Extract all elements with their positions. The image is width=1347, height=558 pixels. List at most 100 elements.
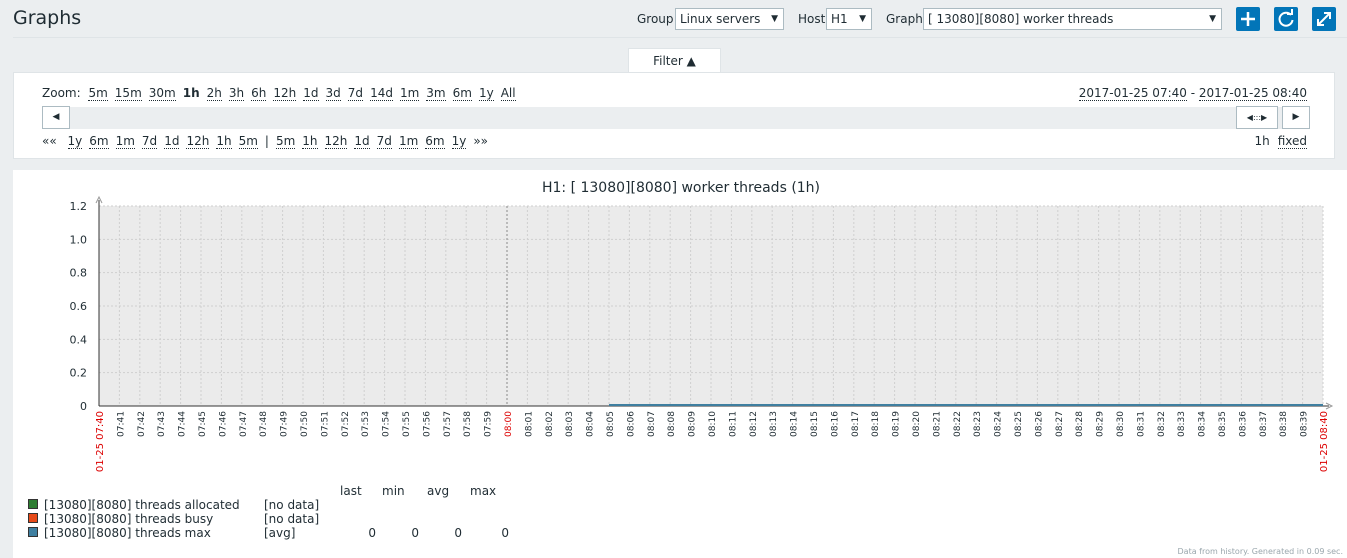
zoom-option-6h[interactable]: 6h <box>251 86 267 101</box>
zoom-option-3h[interactable]: 3h <box>228 86 245 101</box>
x-tick-label: 07:46 <box>218 411 228 437</box>
legend-series-name: [13080][8080] threads busy <box>44 512 214 526</box>
forward-option-12h[interactable]: 12h <box>324 134 348 149</box>
x-tick-label: 08:21 <box>932 411 942 437</box>
x-tick-label: 08:19 <box>892 411 902 437</box>
back-option-6m[interactable]: 6m <box>89 134 109 149</box>
legend-function: [no data] <box>264 498 320 512</box>
x-tick-label: 07:54 <box>382 411 392 437</box>
back-option-5m[interactable]: 5m <box>238 134 258 149</box>
zoom-option-1m[interactable]: 1m <box>399 86 420 101</box>
range-from-link[interactable]: 2017-01-25 07:40 <box>1078 86 1187 101</box>
host-select[interactable]: H1 ▼ <box>826 8 872 30</box>
legend-item: [13080][8080] threads busy [no data] <box>28 512 528 526</box>
chevron-down-icon: ▼ <box>771 14 778 24</box>
x-tick-label: 08:24 <box>994 411 1004 437</box>
x-tick-label: 08:20 <box>912 411 922 437</box>
fullscreen-button[interactable] <box>1312 7 1336 31</box>
filter-tab[interactable]: Filter ▲ <box>628 48 721 73</box>
legend-item: [13080][8080] threads max [avg] 0 0 0 0 <box>28 526 528 540</box>
time-range: 2017-01-25 07:40 - 2017-01-25 08:40 <box>1078 86 1307 101</box>
x-tick-label: 08:06 <box>626 411 636 437</box>
range-to-link[interactable]: 2017-01-25 08:40 <box>1198 86 1307 101</box>
period-state: 1h fixed <box>1254 134 1307 149</box>
back-option-1h[interactable]: 1h <box>216 134 232 149</box>
zoom-option-1d[interactable]: 1d <box>303 86 319 101</box>
x-tick-label: 08:32 <box>1157 411 1167 437</box>
x-tick-label: 08:26 <box>1034 411 1044 437</box>
x-tick-label: 08:09 <box>688 411 698 437</box>
forward-option-7d[interactable]: 7d <box>376 134 392 149</box>
group-select[interactable]: Linux servers ▼ <box>675 8 784 30</box>
legend-value-max: 0 <box>501 526 509 540</box>
x-tick-label: 08:02 <box>545 411 555 437</box>
legend-header-last: last <box>340 484 362 498</box>
forward-option-1y[interactable]: 1y <box>451 134 467 149</box>
x-tick-label: 07:49 <box>280 411 290 437</box>
x-tick-label: 08:39 <box>1300 411 1310 437</box>
back-option-1m[interactable]: 1m <box>115 134 135 149</box>
refresh-icon <box>1278 9 1294 27</box>
legend-function: [no data] <box>264 512 320 526</box>
zoom-option-all[interactable]: All <box>500 86 516 101</box>
x-tick-label: 08:15 <box>810 411 820 437</box>
zoom-option-1h[interactable]: 1h <box>183 86 200 100</box>
x-tick-label: 07:59 <box>484 411 494 437</box>
x-tick-label: 01-25 07:40 <box>95 411 106 472</box>
timeline-scrollbar[interactable]: ◀ ◀:::▶ ▶ <box>42 106 1310 129</box>
header: Graphs Group Linux servers ▼ Host H1 ▼ G… <box>0 0 1347 38</box>
zoom-option-3m[interactable]: 3m <box>426 86 446 101</box>
header-divider <box>13 37 1347 38</box>
x-tick-label: 08:35 <box>1218 411 1228 437</box>
x-tick-label: 08:29 <box>1096 411 1106 437</box>
y-tick-label: 0.2 <box>70 367 88 380</box>
scroll-right-button[interactable]: ▶ <box>1282 106 1310 129</box>
forward-label: »» <box>473 134 489 148</box>
scroll-left-button[interactable]: ◀ <box>42 106 70 129</box>
x-tick-label: 08:33 <box>1177 411 1187 437</box>
x-tick-label: 08:16 <box>830 411 840 437</box>
zoom-option-1y[interactable]: 1y <box>478 86 494 101</box>
x-tick-label: 08:13 <box>769 411 779 437</box>
forward-option-1d[interactable]: 1d <box>354 134 370 149</box>
zoom-option-14d[interactable]: 14d <box>370 86 393 101</box>
back-option-1d[interactable]: 1d <box>164 134 180 149</box>
x-tick-label: 07:55 <box>402 411 412 437</box>
refresh-button[interactable] <box>1274 7 1298 31</box>
x-tick-label: 07:41 <box>116 411 126 437</box>
zoom-option-6m[interactable]: 6m <box>452 86 472 101</box>
legend-series-name: [13080][8080] threads allocated <box>44 498 240 512</box>
zoom-option-5m[interactable]: 5m <box>88 86 108 101</box>
back-option-1y[interactable]: 1y <box>67 134 83 149</box>
back-option-12h[interactable]: 12h <box>186 134 210 149</box>
zoom-option-2h[interactable]: 2h <box>206 86 222 101</box>
fixed-toggle[interactable]: fixed <box>1277 134 1307 149</box>
x-tick-label: 08:27 <box>1055 411 1065 437</box>
x-tick-label: 08:36 <box>1238 411 1248 437</box>
forward-option-5m[interactable]: 5m <box>275 134 296 149</box>
y-tick-label: 0 <box>80 400 87 413</box>
zoom-option-7d[interactable]: 7d <box>347 86 364 101</box>
x-tick-label: 07:53 <box>361 411 371 437</box>
zoom-option-30m[interactable]: 30m <box>148 86 176 101</box>
legend-header-min: min <box>382 484 405 498</box>
zoom-option-15m[interactable]: 15m <box>114 86 142 101</box>
graph-select[interactable]: [ 13080][8080] worker threads ▼ <box>923 8 1222 30</box>
forward-option-6m[interactable]: 6m <box>425 134 445 149</box>
x-tick-label: 08:00 <box>504 411 514 437</box>
x-tick-label: 07:56 <box>422 411 432 437</box>
scroll-handle[interactable]: ◀:::▶ <box>1236 106 1278 129</box>
forward-option-1h[interactable]: 1h <box>302 134 318 149</box>
zoom-option-3d[interactable]: 3d <box>325 86 341 101</box>
x-tick-label: 07:58 <box>463 411 473 437</box>
nav-separator: | <box>264 134 269 148</box>
forward-option-1m[interactable]: 1m <box>398 134 419 149</box>
zoom-option-12h[interactable]: 12h <box>273 86 297 101</box>
legend-header-max: max <box>470 484 497 498</box>
x-tick-label: 08:38 <box>1279 411 1289 437</box>
add-to-favorites-button[interactable] <box>1236 7 1260 31</box>
back-option-7d[interactable]: 7d <box>141 134 158 149</box>
back-label: «« <box>42 134 57 148</box>
x-tick-label: 08:11 <box>728 411 738 437</box>
host-label: Host <box>798 12 826 26</box>
